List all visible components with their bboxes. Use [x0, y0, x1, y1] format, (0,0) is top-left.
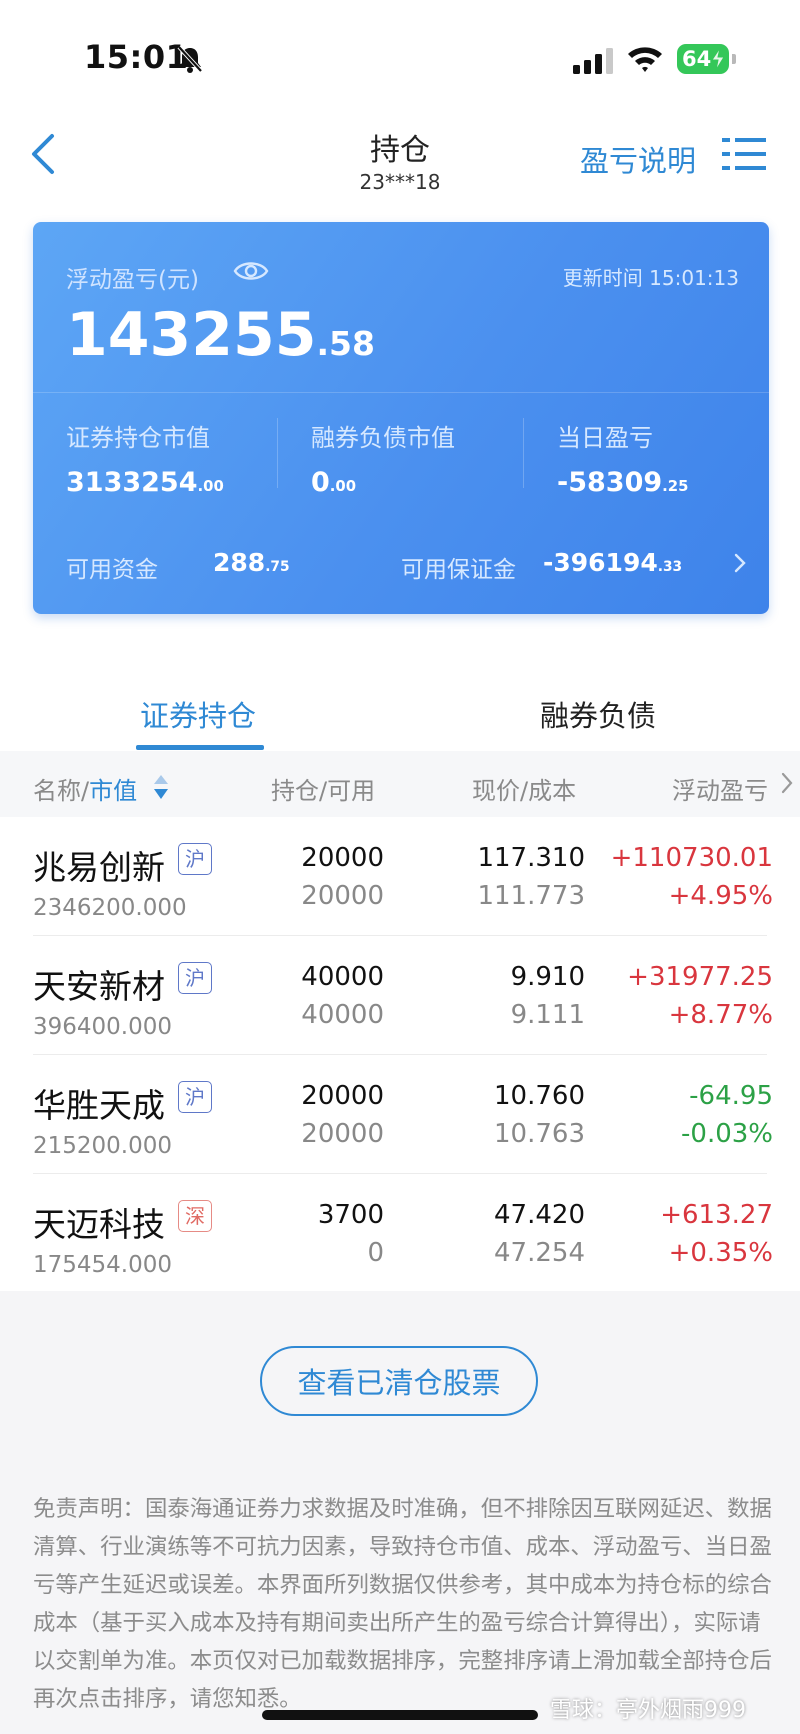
tab-holdings[interactable]: 证券持仓 [140, 693, 256, 735]
table-row[interactable]: 兆易创新 沪 2346200.000 20000 20000 117.310 1… [0, 817, 800, 936]
current-price: 10.760 [494, 1081, 585, 1111]
card-vertical-divider [523, 418, 524, 488]
holdings-list: 兆易创新 沪 2346200.000 20000 20000 117.310 1… [0, 817, 800, 1291]
float-pl-pct: +8.77% [668, 1000, 773, 1030]
market-value-label: 证券持仓市值 [66, 424, 210, 452]
top-section: 15:01 64 持仓 23***18 盈亏说明 浮动盈亏(元) 更新时间 15… [0, 0, 800, 655]
stock-market-value: 2346200.000 [33, 895, 187, 921]
status-time: 15:01 [84, 38, 189, 76]
available-qty: 40000 [301, 1000, 384, 1030]
table-row[interactable]: 天安新材 沪 396400.000 40000 40000 9.910 9.11… [0, 936, 800, 1055]
holding-qty: 40000 [301, 962, 384, 992]
holding-qty: 20000 [301, 843, 384, 873]
cost-price: 47.254 [494, 1238, 585, 1268]
menu-list-icon[interactable] [722, 136, 766, 172]
holdings-tabs: 证券持仓 融券负债 [0, 655, 800, 751]
card-vertical-divider [277, 418, 278, 488]
pl-explanation-link[interactable]: 盈亏说明 [580, 138, 696, 180]
holding-qty: 20000 [301, 1081, 384, 1111]
stock-name: 兆易创新 [33, 848, 165, 887]
market-badge: 沪 [178, 962, 212, 994]
cost-price: 111.773 [477, 881, 585, 911]
disclaimer-text: 免责声明：国泰海通证券力求数据及时准确，但不排除因互联网延迟、数据清算、行业演练… [33, 1496, 772, 1712]
float-pl-pct: +4.95% [668, 881, 773, 911]
header-hold-avail[interactable]: 持仓/可用 [271, 771, 375, 806]
float-pl: -64.95 [689, 1081, 773, 1111]
wifi-icon [628, 47, 662, 72]
home-indicator[interactable] [262, 1710, 538, 1720]
float-pl-pct: +0.35% [668, 1238, 773, 1268]
float-pl: +613.27 [660, 1200, 773, 1230]
cost-price: 10.763 [494, 1119, 585, 1149]
cellular-signal-icon [573, 48, 613, 74]
table-row[interactable]: 天迈科技 深 175454.000 3700 0 47.420 47.254 +… [0, 1174, 800, 1293]
current-price: 47.420 [494, 1200, 585, 1230]
holding-qty: 3700 [317, 1200, 384, 1230]
header-name-mv[interactable]: 名称/市值 [33, 771, 137, 806]
available-qty: 20000 [301, 1119, 384, 1149]
card-divider [33, 392, 769, 393]
stock-name: 华胜天成 [33, 1086, 165, 1125]
tab-short-debt[interactable]: 融券负债 [540, 693, 656, 735]
daily-pl-label: 当日盈亏 [557, 424, 653, 452]
update-time: 更新时间 15:01:13 [562, 266, 739, 290]
market-value-block: 证券持仓市值 3133254.00 [66, 418, 224, 498]
charging-bolt-icon [711, 48, 725, 70]
current-price: 9.910 [510, 962, 585, 992]
float-pl: +31977.25 [627, 962, 773, 992]
market-badge: 深 [178, 1200, 212, 1232]
stock-name: 天安新材 [33, 967, 165, 1006]
stock-name: 天迈科技 [33, 1205, 165, 1244]
float-pl: +110730.01 [610, 843, 773, 873]
short-debt-value: 0.00 [311, 467, 357, 498]
view-cleared-stocks-button[interactable]: 查看已清仓股票 [260, 1346, 538, 1416]
float-pl-label: 浮动盈亏(元) [66, 267, 199, 293]
battery-tip [732, 54, 736, 64]
available-margin-label: 可用保证金 [401, 557, 516, 583]
float-pl-value: 143255.58 [66, 300, 375, 370]
available-funds-value: 288.75 [213, 548, 290, 577]
stock-market-value: 215200.000 [33, 1133, 173, 1159]
cost-price: 9.111 [510, 1000, 585, 1030]
active-tab-indicator [136, 745, 264, 750]
available-funds-label: 可用资金 [66, 557, 158, 583]
battery-indicator: 64 [677, 44, 737, 74]
table-row[interactable]: 华胜天成 沪 215200.000 20000 20000 10.760 10.… [0, 1055, 800, 1174]
eye-visibility-icon[interactable] [233, 258, 269, 284]
market-badge: 沪 [178, 1081, 212, 1113]
stock-market-value: 175454.000 [33, 1252, 173, 1278]
daily-pl-value: -58309.25 [557, 467, 689, 498]
available-qty: 20000 [301, 881, 384, 911]
current-price: 117.310 [477, 843, 585, 873]
short-debt-block: 融券负债市值 0.00 [311, 418, 455, 498]
table-header: 名称/市值 持仓/可用 现价/成本 浮动盈亏 [0, 751, 800, 817]
short-debt-label: 融券负债市值 [311, 424, 455, 452]
available-margin-value[interactable]: -396194.33 [543, 548, 682, 577]
market-value: 3133254.00 [66, 467, 224, 498]
daily-pl-block: 当日盈亏 -58309.25 [557, 418, 688, 498]
watermark-text: 雪球：亭外烟雨999 [550, 1698, 746, 1723]
market-badge: 沪 [178, 843, 212, 875]
header-float-pl[interactable]: 浮动盈亏 [672, 771, 768, 806]
sort-icon[interactable] [152, 773, 170, 801]
summary-card: 浮动盈亏(元) 更新时间 15:01:13 143255.58 证券持仓市值 3… [33, 222, 769, 614]
chevron-right-icon[interactable] [780, 771, 794, 795]
stock-market-value: 396400.000 [33, 1014, 173, 1040]
float-pl-pct: -0.03% [681, 1119, 773, 1149]
header-price-cost[interactable]: 现价/成本 [472, 771, 576, 806]
bell-muted-icon [177, 45, 203, 73]
available-qty: 0 [367, 1238, 384, 1268]
chevron-right-icon[interactable] [733, 552, 747, 574]
